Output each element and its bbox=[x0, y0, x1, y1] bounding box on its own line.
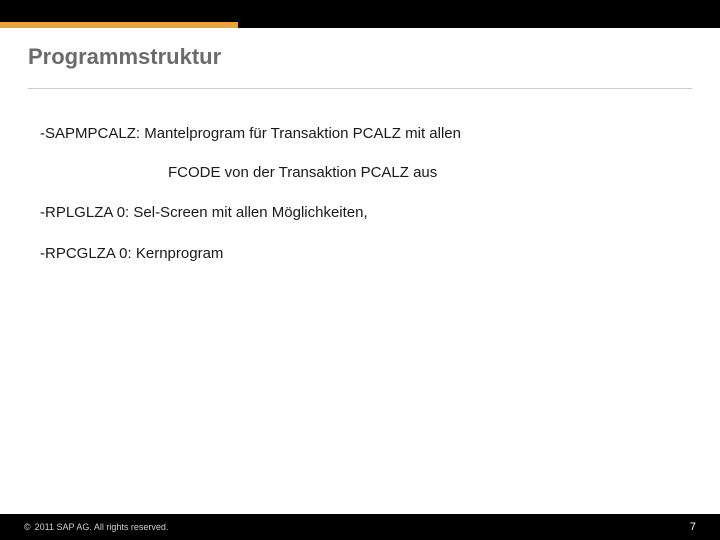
program-desc: Sel-Screen mit allen Möglichkeiten, bbox=[129, 204, 367, 221]
program-desc-cont: FCODE von der Transaktion PCALZ aus bbox=[168, 164, 437, 181]
page-title: Programmstruktur bbox=[28, 44, 692, 70]
list-item: -RPCGLZA 0: Kernprogram bbox=[40, 243, 680, 266]
program-name: RPLGLZA 0: bbox=[45, 204, 129, 221]
program-desc: Kernprogram bbox=[132, 245, 224, 262]
page-number: 7 bbox=[690, 521, 696, 533]
copyright-text: 2011 SAP AG. All rights reserved. bbox=[35, 522, 169, 532]
accent-strip bbox=[0, 22, 238, 28]
program-name: RPCGLZA 0: bbox=[45, 245, 132, 262]
title-area: Programmstruktur bbox=[0, 28, 720, 88]
copyright: © 2011 SAP AG. All rights reserved. bbox=[24, 522, 168, 532]
top-bar bbox=[0, 0, 720, 28]
list-item: -RPLGLZA 0: Sel-Screen mit allen Möglich… bbox=[40, 202, 680, 225]
footer: © 2011 SAP AG. All rights reserved. 7 bbox=[0, 514, 720, 540]
program-desc: Mantelprogram für Transaktion PCALZ mit … bbox=[140, 125, 461, 142]
content-area: -SAPMPCALZ: Mantelprogram für Transaktio… bbox=[0, 89, 720, 265]
copyright-symbol: © bbox=[24, 522, 31, 532]
program-name: SAPMPCALZ: bbox=[45, 125, 140, 142]
list-item-continuation: FCODE von der Transaktion PCALZ aus bbox=[40, 162, 680, 185]
list-item: -SAPMPCALZ: Mantelprogram für Transaktio… bbox=[40, 123, 680, 146]
